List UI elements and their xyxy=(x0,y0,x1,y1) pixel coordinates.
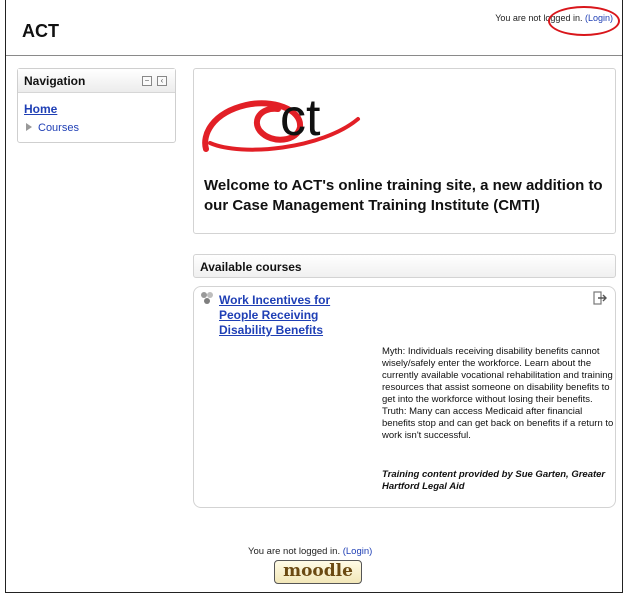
navigation-block-header: Navigation − ‹ xyxy=(18,69,175,93)
site-title[interactable]: ACT xyxy=(22,21,59,42)
footer-login-status: You are not logged in. xyxy=(248,546,341,557)
header-divider xyxy=(6,55,622,56)
welcome-box: ct Welcome to ACT's online training site… xyxy=(193,68,616,234)
footer-login-link[interactable]: (Login) xyxy=(343,546,373,557)
navigation-title: Navigation xyxy=(24,74,86,88)
available-courses-header: Available courses xyxy=(193,254,616,278)
act-logo-text: ct xyxy=(280,89,321,147)
moodle-logo-button[interactable]: moodle xyxy=(274,560,362,584)
enrol-icon[interactable] xyxy=(593,291,607,305)
collapse-block-icon[interactable]: − xyxy=(142,76,152,86)
course-icon xyxy=(201,292,213,304)
act-logo: ct xyxy=(202,89,360,152)
course-listing: Work Incentives for People Receiving Dis… xyxy=(193,286,616,508)
nav-courses-label[interactable]: Courses xyxy=(38,122,79,134)
available-courses-title: Available courses xyxy=(200,260,302,274)
nav-item-home[interactable]: Home xyxy=(24,102,57,116)
footer-login-info: You are not logged in. (Login) xyxy=(248,546,372,557)
nav-item-courses[interactable]: Courses xyxy=(26,122,79,134)
welcome-message: Welcome to ACT's online training site, a… xyxy=(204,177,603,214)
course-credit: Training content provided by Sue Garten,… xyxy=(382,469,606,492)
expand-arrow-icon[interactable] xyxy=(26,123,32,131)
navigation-block: Navigation − ‹ Home Courses xyxy=(17,68,176,143)
login-highlight-circle xyxy=(548,6,620,36)
course-title-link[interactable]: Work Incentives for People Receiving Dis… xyxy=(219,293,349,338)
course-summary: Myth: Individuals receiving disability b… xyxy=(382,346,614,441)
dock-block-icon[interactable]: ‹ xyxy=(157,76,167,86)
